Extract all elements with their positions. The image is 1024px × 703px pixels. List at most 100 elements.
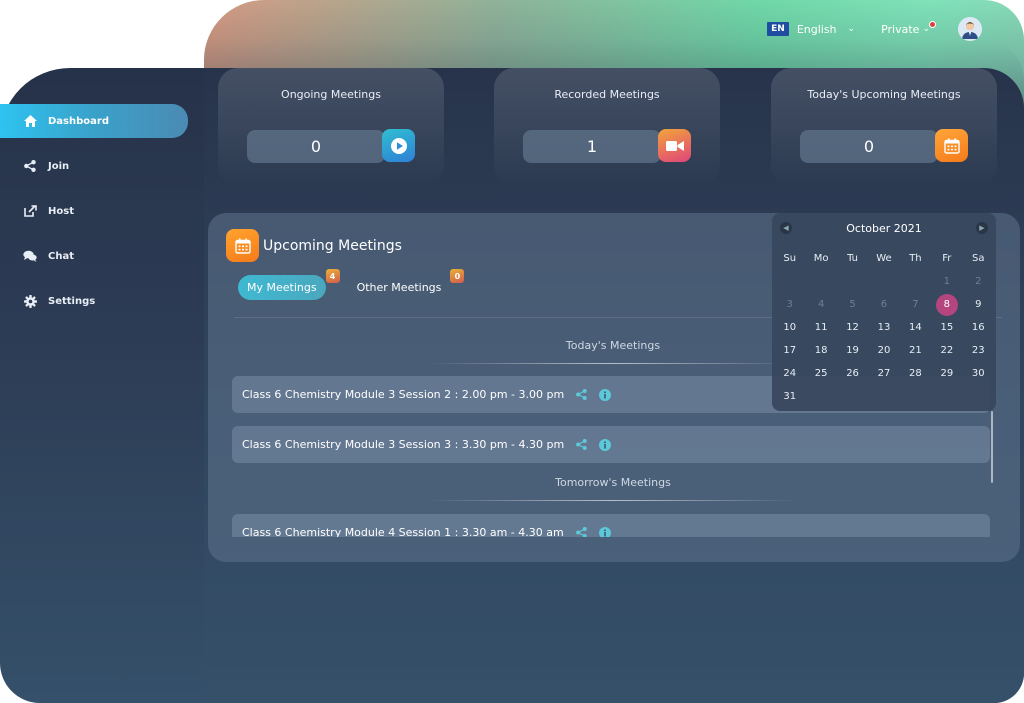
calendar-day[interactable]: 27: [868, 362, 899, 385]
list-item[interactable]: Class 6 Chemistry Module 4 Session 1 : 3…: [232, 514, 990, 537]
meeting-title: Class 6 Chemistry Module 3 Session 2 : 2…: [242, 388, 565, 401]
calendar-grid: Su Mo Tu We Th Fr Sa 1 2 3 4 5 6 7 8 9 10 11 12 13 14 15 16 17 1…: [774, 247, 994, 408]
calendar-widget: ◀ October 2021 ▶ Su Mo Tu We Th Fr Sa 1 2 3 4 5 6 7 8 9…: [772, 213, 996, 411]
language-selector[interactable]: EN English ⌄: [767, 22, 855, 36]
calendar-empty-cell: [868, 270, 899, 293]
share-icon[interactable]: [575, 527, 587, 537]
info-icon[interactable]: [598, 526, 611, 538]
calendar-day-past: 6: [880, 299, 888, 310]
calendar-day[interactable]: 28: [900, 362, 931, 385]
calendar-weekday-label: We: [876, 253, 892, 264]
video-camera-icon[interactable]: [658, 129, 691, 162]
card-title: Today's Upcoming Meetings: [807, 88, 961, 101]
privacy-selector[interactable]: Private ⌄: [881, 20, 936, 36]
chevron-down-icon: ⌄: [847, 24, 856, 34]
sidebar-item-join[interactable]: Join: [0, 149, 190, 183]
calendar-day[interactable]: 13: [868, 316, 899, 339]
calendar-weekday-label: Tu: [847, 253, 859, 264]
calendar-day[interactable]: 20: [868, 339, 899, 362]
share-icon[interactable]: [576, 389, 587, 400]
divider: [428, 500, 798, 501]
sidebar-item-label: Dashboard: [48, 115, 109, 127]
sidebar: Dashboard Join Host Chat Settings: [0, 104, 190, 329]
info-icon[interactable]: [599, 438, 612, 451]
calendar-day[interactable]: 18: [805, 339, 836, 362]
sidebar-item-host[interactable]: Host: [0, 194, 190, 228]
calendar-month-title: October 2021: [846, 222, 922, 235]
calendar-day[interactable]: 29: [931, 362, 962, 385]
calendar-icon: [226, 229, 259, 262]
calendar-day[interactable]: 31: [774, 385, 805, 408]
ongoing-meetings-count: 0: [247, 130, 385, 163]
calendar-day[interactable]: 25: [805, 362, 836, 385]
privacy-label: Private: [881, 22, 920, 36]
calendar-day[interactable]: 21: [900, 339, 931, 362]
calendar-day-past: 2: [975, 276, 982, 287]
sidebar-item-dashboard[interactable]: Dashboard: [0, 104, 188, 138]
gear-icon: [22, 293, 38, 309]
calendar-day[interactable]: 17: [774, 339, 805, 362]
user-avatar-icon: [958, 17, 982, 41]
divider: [428, 363, 798, 364]
ongoing-meetings-card: Ongoing Meetings 0: [218, 68, 444, 186]
sidebar-item-label: Settings: [48, 295, 96, 307]
recorded-meetings-count: 1: [523, 130, 661, 163]
calendar-weekday-label: Fr: [942, 253, 952, 264]
tab-label: My Meetings: [247, 281, 317, 294]
avatar[interactable]: [958, 17, 982, 41]
calendar-day[interactable]: 12: [837, 316, 868, 339]
tab-label: Other Meetings: [356, 281, 442, 294]
todays-upcoming-count: 0: [800, 130, 938, 163]
tomorrows-meetings-heading: Tomorrow's Meetings: [555, 476, 671, 489]
language-label: English: [796, 22, 837, 36]
sidebar-item-label: Join: [48, 160, 70, 172]
meeting-title: Class 6 Chemistry Module 3 Session 3 : 3…: [242, 438, 565, 451]
calendar-weekday-label: Mo: [813, 253, 829, 264]
calendar-day[interactable]: 10: [774, 316, 805, 339]
calendar-weekday-label: Th: [909, 253, 922, 264]
tab-other-meetings[interactable]: Other Meetings 0: [348, 269, 465, 300]
share-icon[interactable]: [576, 439, 587, 450]
card-title: Recorded Meetings: [554, 88, 660, 101]
sidebar-item-settings[interactable]: Settings: [0, 284, 190, 318]
meeting-tabs: My Meetings 4 Other Meetings 0: [238, 269, 465, 300]
calendar-day[interactable]: 15: [931, 316, 962, 339]
calendar-day[interactable]: 16: [963, 316, 994, 339]
top-bar: EN English ⌄ Private ⌄: [767, 17, 982, 41]
list-item[interactable]: Class 6 Chemistry Module 3 Session 3 : 3…: [232, 426, 990, 463]
chat-icon: [22, 248, 38, 264]
home-icon: [22, 113, 38, 129]
calendar-day-past: 4: [817, 299, 825, 310]
notification-dot: [929, 20, 936, 28]
calendar-day[interactable]: 24: [774, 362, 805, 385]
play-icon[interactable]: [382, 129, 415, 162]
calendar-day[interactable]: 11: [805, 316, 836, 339]
calendar-empty-cell: [837, 270, 868, 293]
calendar-day[interactable]: 22: [931, 339, 962, 362]
calendar-day-today[interactable]: 8: [931, 293, 962, 316]
tab-my-meetings[interactable]: My Meetings 4: [238, 269, 340, 300]
sidebar-item-chat[interactable]: Chat: [0, 239, 190, 273]
scrollbar[interactable]: [991, 411, 993, 483]
recorded-meetings-card: Recorded Meetings 1: [494, 68, 720, 186]
calendar-day[interactable]: 30: [963, 362, 994, 385]
calendar-day[interactable]: 26: [837, 362, 868, 385]
panel-header: Upcoming Meetings: [226, 229, 402, 262]
calendar-weekday-label: Sa: [972, 253, 985, 264]
share-icon: [22, 158, 38, 174]
todays-upcoming-meetings-card: Today's Upcoming Meetings 0: [771, 68, 997, 186]
calendar-icon[interactable]: [935, 129, 968, 162]
tab-count-badge: 0: [450, 269, 465, 283]
calendar-weekday-label: Su: [783, 253, 797, 264]
calendar-day-past: 5: [849, 299, 856, 310]
calendar-day[interactable]: 9: [963, 293, 994, 316]
calendar-empty-cell: [805, 270, 836, 293]
calendar-day[interactable]: 23: [963, 339, 994, 362]
calendar-next-button[interactable]: ▶: [976, 222, 988, 234]
calendar-day[interactable]: 19: [837, 339, 868, 362]
calendar-day[interactable]: 14: [900, 316, 931, 339]
external-link-icon: [22, 203, 38, 219]
info-icon[interactable]: [599, 388, 612, 401]
calendar-empty-cell: [900, 270, 931, 293]
tab-count-badge: 4: [325, 269, 340, 283]
